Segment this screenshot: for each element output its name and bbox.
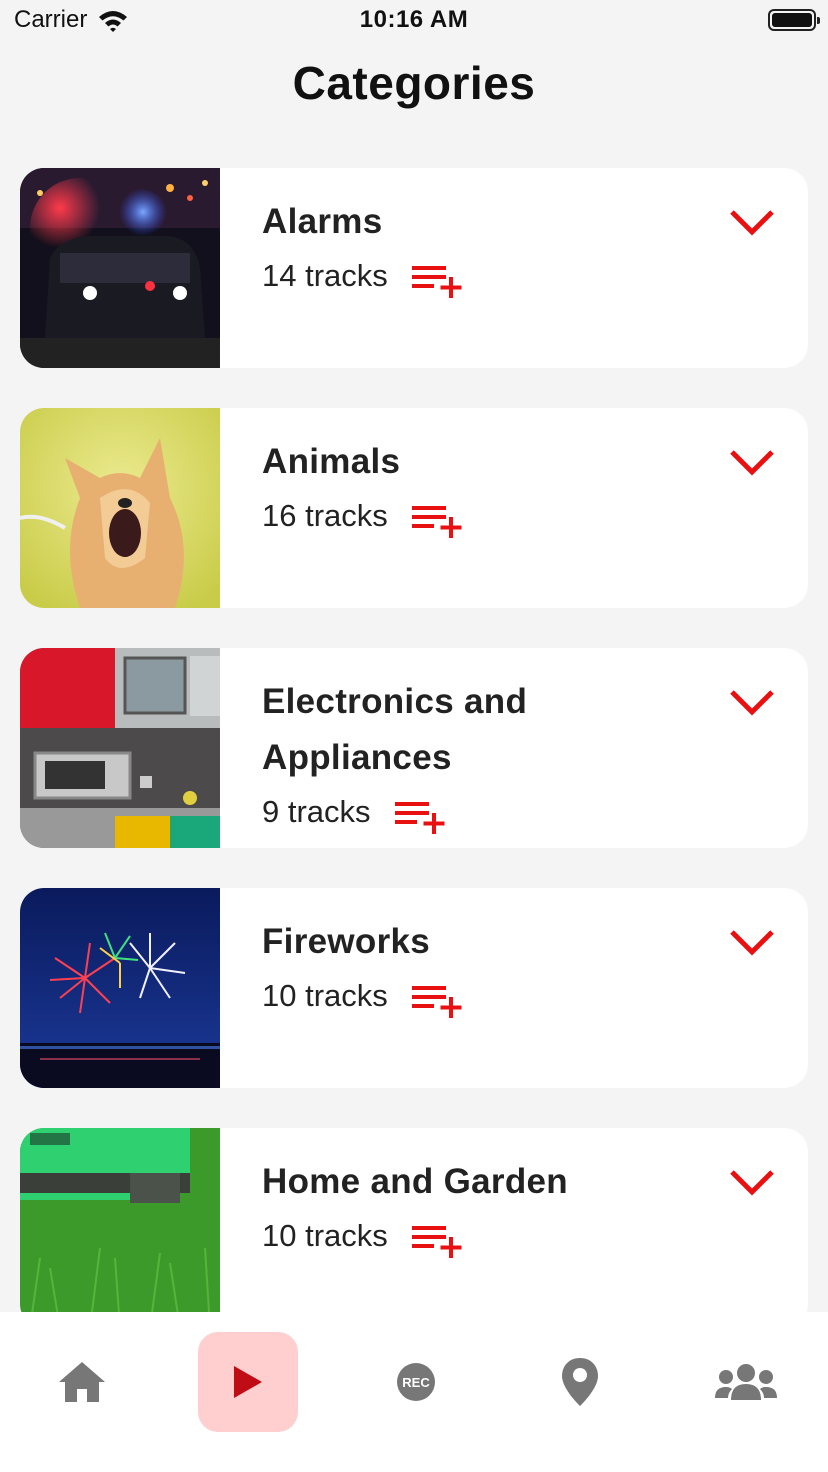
track-count: 16 tracks xyxy=(262,498,388,533)
fireworks-photo xyxy=(20,888,220,1088)
status-bar: Carrier 10:16 AM xyxy=(0,0,828,42)
police-car-photo xyxy=(20,168,220,368)
track-count: 9 tracks xyxy=(262,794,371,829)
category-info: Electronics and Appliances 9 tracks xyxy=(262,674,682,838)
chevron-down-icon[interactable] xyxy=(728,926,776,960)
category-info: Fireworks 10 tracks xyxy=(262,914,682,1022)
rec-icon: REC xyxy=(397,1363,435,1401)
tab-home[interactable] xyxy=(32,1332,132,1432)
svg-text:REC: REC xyxy=(402,1375,430,1390)
category-title: Fireworks xyxy=(262,922,431,961)
users-icon xyxy=(715,1364,777,1400)
battery-icon xyxy=(768,9,820,31)
playlist-add-icon[interactable] xyxy=(411,504,464,538)
track-count: 10 tracks xyxy=(262,1218,388,1253)
tab-bar: REC xyxy=(0,1312,828,1472)
barking-dog-photo xyxy=(20,408,220,608)
location-pin-icon xyxy=(562,1358,598,1406)
category-card-alarms[interactable]: Alarms 14 tracks xyxy=(20,168,808,368)
category-title: Alarms xyxy=(262,202,383,241)
playlist-add-icon[interactable] xyxy=(411,264,464,298)
playlist-add-icon[interactable] xyxy=(411,984,464,1018)
category-card-electronics-and-appliances[interactable]: Electronics and Appliances 9 tracks xyxy=(20,648,808,848)
category-card-home-and-garden[interactable]: Home and Garden 10 tracks xyxy=(20,1128,808,1328)
category-title: Home and Garden xyxy=(262,1162,568,1201)
chevron-down-icon[interactable] xyxy=(728,1166,776,1200)
kitchen-appliances-photo xyxy=(20,648,220,848)
category-card-fireworks[interactable]: Fireworks 10 tracks xyxy=(20,888,808,1088)
tab-location[interactable] xyxy=(530,1332,630,1432)
home-icon xyxy=(59,1362,105,1402)
play-icon xyxy=(234,1366,262,1398)
tab-record[interactable]: REC xyxy=(366,1332,466,1432)
chevron-down-icon[interactable] xyxy=(728,206,776,240)
category-info: Alarms 14 tracks xyxy=(262,194,682,302)
chevron-down-icon[interactable] xyxy=(728,446,776,480)
category-info: Home and Garden 10 tracks xyxy=(262,1154,682,1262)
lawn-mower-photo xyxy=(20,1128,220,1328)
category-card-animals[interactable]: Animals 16 tracks xyxy=(20,408,808,608)
chevron-down-icon[interactable] xyxy=(728,686,776,720)
playlist-add-icon[interactable] xyxy=(394,800,447,834)
category-title: Animals xyxy=(262,442,401,481)
status-time: 10:16 AM xyxy=(359,6,469,33)
category-info: Animals 16 tracks xyxy=(262,434,682,542)
track-count: 10 tracks xyxy=(262,978,388,1013)
tab-community[interactable] xyxy=(696,1332,796,1432)
playlist-add-icon[interactable] xyxy=(411,1224,464,1258)
page-title: Categories xyxy=(292,57,536,109)
category-title: Electronics and Appliances xyxy=(262,682,528,777)
track-count: 14 tracks xyxy=(262,258,388,293)
tab-play[interactable] xyxy=(198,1332,298,1432)
